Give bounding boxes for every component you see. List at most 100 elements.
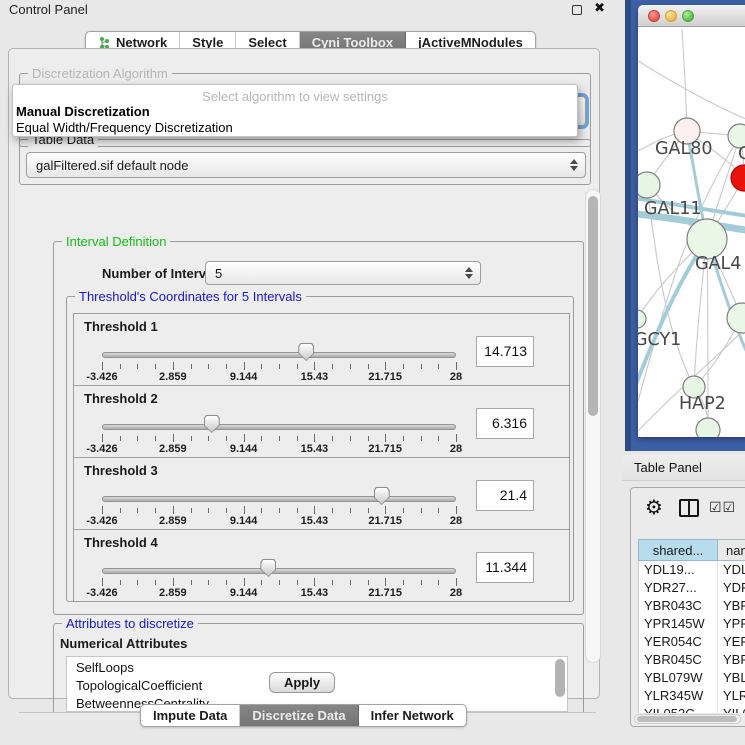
close-traffic-light-icon[interactable]: [648, 10, 660, 22]
node-label: HAP2: [679, 394, 726, 414]
table-data-value: galFiltered.sif default node: [36, 158, 188, 173]
node-gal11[interactable]: [638, 172, 660, 198]
threshold-slider-track[interactable]: [102, 352, 456, 358]
zoom-traffic-light-icon[interactable]: [682, 10, 694, 22]
threshold-value-field[interactable]: 21.4: [476, 480, 534, 511]
numerical-attributes-label: Numerical Attributes: [60, 636, 187, 651]
threshold-label: Threshold 1: [84, 319, 158, 334]
close-icon[interactable]: ✖: [594, 1, 605, 16]
table-panel-title: Table Panel: [622, 455, 745, 481]
table-row[interactable]: YPR145WYPR1: [639, 615, 745, 633]
network-canvas[interactable]: GAL80 GA C GAL11 GAL4 GCY1 H HAP2: [638, 28, 745, 437]
dropdown-option-equal-width[interactable]: Equal Width/Frequency Discretization: [16, 120, 233, 135]
table-row[interactable]: YIL053CYIL0: [639, 705, 745, 713]
threshold-slider-track[interactable]: [102, 496, 456, 502]
list-scrollbar[interactable]: [555, 659, 565, 711]
node-label: GAL4: [695, 254, 741, 274]
threshold-slider-thumb[interactable]: [374, 487, 390, 505]
slider-tick-labels: -3.4262.8599.14415.4321.71528: [74, 515, 569, 529]
node-gcy1[interactable]: [638, 310, 646, 328]
attributes-group: Attributes to discretize Numerical Attri…: [53, 623, 584, 713]
node-label: GAL80: [655, 139, 713, 159]
network-nodes[interactable]: [638, 118, 745, 437]
table-data-combobox[interactable]: galFiltered.sif default node: [26, 152, 586, 178]
algorithm-dropdown-popup: Select algorithm to view settings Manual…: [12, 84, 578, 137]
table-header-row: shared... name: [638, 539, 745, 561]
screen: Control Panel ✖ Network Style Select Cyn…: [0, 0, 745, 745]
threshold-value-field[interactable]: 14.713: [476, 336, 534, 367]
table-horizontal-scrollbar[interactable]: [634, 714, 741, 724]
tab-infer-network[interactable]: Infer Network: [359, 705, 466, 726]
stepper-icon: [570, 159, 578, 171]
network-window: GAL80 GA C GAL11 GAL4 GCY1 H HAP2: [638, 5, 745, 437]
panel-scrollbar-thumb[interactable]: [588, 196, 598, 416]
table-row[interactable]: YBR043CYBR0: [639, 597, 745, 615]
list-item[interactable]: SelfLoops: [76, 660, 134, 678]
threshold-panel-1: Threshold 1 -3.4262.8599.14415.4321.7152…: [73, 313, 570, 386]
network-window-titlebar: [638, 5, 745, 27]
threshold-slider-thumb[interactable]: [260, 559, 276, 577]
table-row[interactable]: YDR27...YDR2: [639, 579, 745, 597]
threshold-label: Threshold 2: [84, 391, 158, 406]
checkbox-icons[interactable]: ☑☑: [709, 500, 736, 516]
node-gal4[interactable]: [687, 219, 727, 259]
node-label: GAL11: [644, 199, 702, 219]
column-header-shared-name[interactable]: shared...: [638, 539, 718, 561]
node-red-selected[interactable]: [731, 165, 745, 191]
group-title-attributes: Attributes to discretize: [62, 616, 198, 631]
table-row[interactable]: YLR345WYLR3: [639, 687, 745, 705]
table-row[interactable]: YDL19...YDL1: [639, 561, 745, 579]
threshold-slider-track[interactable]: [102, 568, 456, 574]
threshold-label: Threshold 3: [84, 463, 158, 478]
node-label: GCY1: [638, 330, 681, 350]
table-body: YDL19...YDL1 YDR27...YDR2 YBR043CYBR0 YP…: [638, 561, 745, 713]
panel-title: Control Panel: [9, 2, 88, 17]
stepper-icon: [465, 267, 473, 279]
dropdown-hint: Select algorithm to view settings: [13, 89, 577, 104]
threshold-slider-track[interactable]: [102, 424, 456, 430]
minimize-traffic-light-icon[interactable]: [665, 10, 677, 22]
interval-definition-group: Interval Definition Number of Intervals …: [53, 241, 584, 615]
tab-discretize-data[interactable]: Discretize Data: [240, 705, 358, 726]
table-horizontal-scrollbar-thumb[interactable]: [637, 716, 737, 722]
threshold-slider-thumb[interactable]: [204, 415, 220, 433]
group-title-thresholds: Threshold's Coordinates for 5 Intervals: [75, 289, 306, 304]
thresholds-group: Threshold's Coordinates for 5 Intervals …: [66, 296, 574, 602]
threshold-panel-4: Threshold 4 -3.4262.8599.14415.4321.7152…: [73, 529, 570, 602]
threshold-value-field[interactable]: 11.344: [476, 552, 534, 583]
table-row[interactable]: YBL079WYBL0: [639, 669, 745, 687]
split-columns-icon[interactable]: [679, 499, 699, 517]
dropdown-option-manual[interactable]: Manual Discretization: [16, 104, 150, 119]
num-intervals-combobox[interactable]: 5: [205, 261, 481, 285]
cyni-mode-tabs: Impute Data Discretize Data Infer Networ…: [140, 704, 467, 727]
apply-button[interactable]: Apply: [269, 672, 335, 693]
group-title-interval-definition: Interval Definition: [62, 235, 170, 249]
threshold-panel-3: Threshold 3 -3.4262.8599.14415.4321.7152…: [73, 457, 570, 530]
column-header-name[interactable]: name: [718, 539, 745, 561]
threshold-value-field[interactable]: 6.316: [476, 408, 534, 439]
threshold-slider-thumb[interactable]: [298, 343, 314, 361]
table-row[interactable]: YBR045CYBR0: [639, 651, 745, 669]
node-label: GA: [738, 144, 745, 164]
tab-impute-data[interactable]: Impute Data: [141, 705, 240, 726]
list-item[interactable]: TopologicalCoefficient: [76, 678, 202, 696]
panel-scrollbar[interactable]: [585, 189, 601, 663]
settings-scroll-area: Interval Definition Number of Intervals …: [19, 235, 596, 713]
slider-tick-labels: -3.4262.8599.14415.4321.71528: [74, 587, 569, 601]
threshold-panel-2: Threshold 2 -3.4262.8599.14415.4321.7152…: [73, 385, 570, 458]
table-panel-toolbar: ⚙ ☑☑: [631, 488, 745, 536]
table-panel: ⚙ ☑☑ shared... name YDL19...YDL1 YDR27..…: [630, 487, 745, 727]
cyni-toolbox-panel: Discretization Algorithm Table Data galF…: [8, 48, 600, 699]
table-row[interactable]: YER054CYER0: [639, 633, 745, 651]
threshold-label: Threshold 4: [84, 535, 158, 550]
table-data-group: Table Data galFiltered.sif default node: [19, 139, 591, 185]
node-bottom[interactable]: [696, 418, 720, 437]
group-title-discretization-algorithm: Discretization Algorithm: [28, 66, 172, 81]
slider-tick-labels: -3.4262.8599.14415.4321.71528: [74, 371, 569, 385]
num-intervals-value: 5: [215, 266, 222, 281]
network-view-region: GAL80 GA C GAL11 GAL4 GCY1 H HAP2: [625, 0, 745, 451]
slider-tick-labels: -3.4262.8599.14415.4321.71528: [74, 443, 569, 457]
float-window-icon[interactable]: [572, 5, 582, 15]
gear-icon[interactable]: ⚙: [645, 495, 663, 519]
node-table: shared... name YDL19...YDL1 YDR27...YDR2…: [638, 539, 745, 713]
